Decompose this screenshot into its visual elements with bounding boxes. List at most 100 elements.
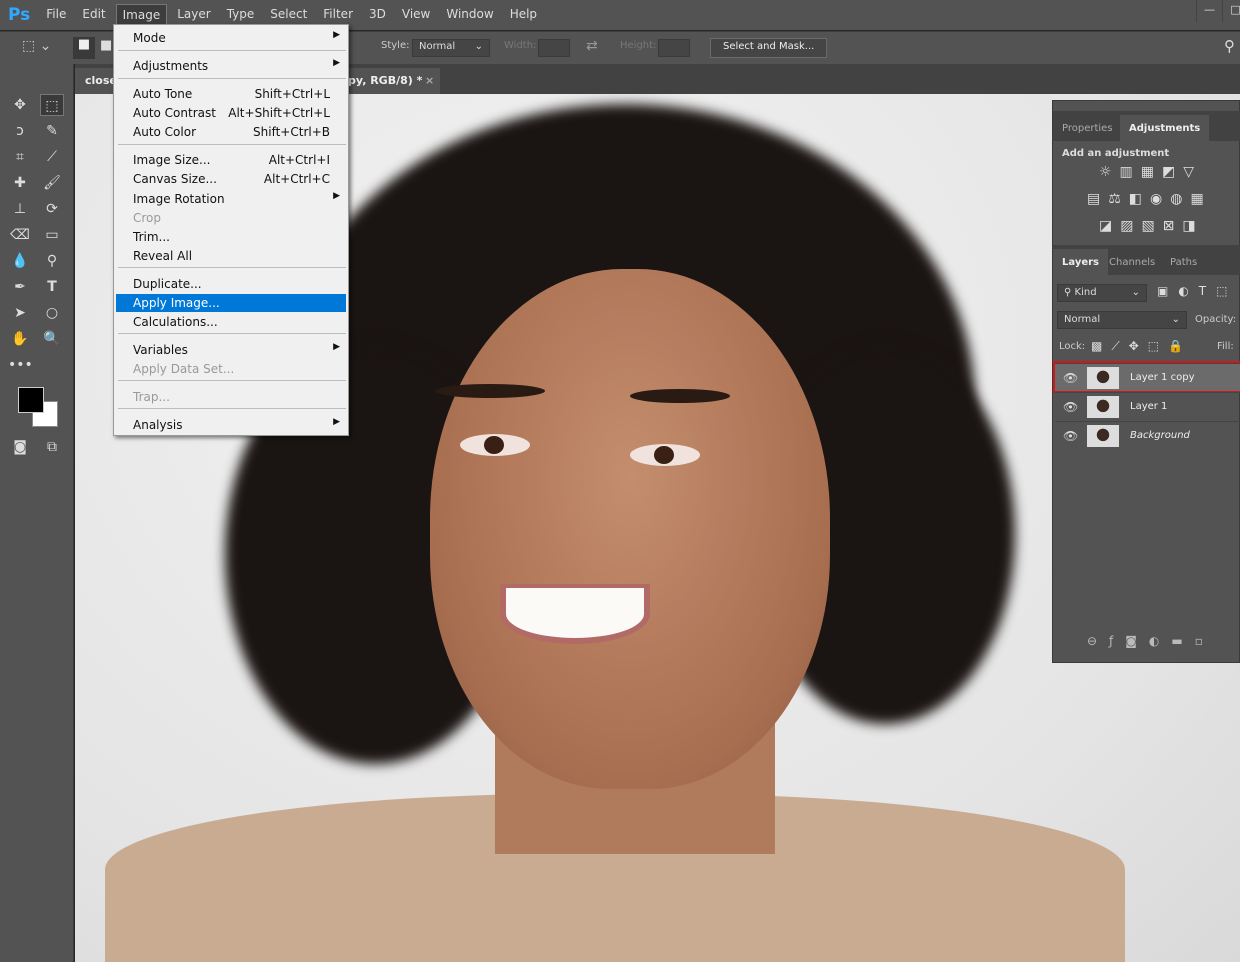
- menu-item-image-rotation[interactable]: Image Rotation ▶: [116, 190, 346, 208]
- screen-mode-icon[interactable]: ⧉: [40, 436, 64, 458]
- adjustment-icons-row-3[interactable]: ◪▨▧⊠◨: [1099, 218, 1204, 234]
- menu-item-label: Variables: [133, 343, 188, 357]
- menu-item-label: Trap...: [133, 390, 170, 404]
- menu-file[interactable]: File: [40, 4, 72, 26]
- hand-tool-icon[interactable]: ✋: [8, 328, 32, 350]
- eyedropper-tool-icon[interactable]: ⟋: [40, 146, 64, 168]
- zoom-tool-icon[interactable]: 🔍: [40, 328, 64, 350]
- photo-eye-right: [630, 444, 700, 466]
- tab-paths[interactable]: Paths: [1161, 249, 1206, 275]
- menu-3d[interactable]: 3D: [363, 4, 392, 26]
- menu-help[interactable]: Help: [504, 4, 543, 26]
- lock-icons[interactable]: ▩⟋✥⬚🔒: [1091, 339, 1192, 354]
- ellipse-tool-icon[interactable]: ○: [40, 302, 64, 324]
- menu-select[interactable]: Select: [264, 4, 313, 26]
- visibility-eye-icon[interactable]: 👁: [1063, 429, 1078, 443]
- foreground-color-swatch[interactable]: [18, 387, 44, 413]
- quick-select-tool-icon[interactable]: ✎: [40, 120, 64, 142]
- menu-item-trap[interactable]: Trap...: [116, 388, 346, 406]
- menu-view[interactable]: View: [396, 4, 436, 26]
- tab-properties[interactable]: Properties: [1053, 115, 1122, 141]
- minimize-button[interactable]: —: [1196, 0, 1222, 22]
- menu-item-calculations[interactable]: Calculations...: [116, 313, 346, 331]
- search-icon[interactable]: ⚲: [1224, 37, 1235, 55]
- layer-row[interactable]: 👁 Layer 1: [1055, 392, 1240, 420]
- menu-item-auto-tone[interactable]: Auto Tone Shift+Ctrl+L: [116, 85, 346, 103]
- healing-tool-icon[interactable]: ✚: [8, 172, 32, 194]
- menu-layer[interactable]: Layer: [171, 4, 216, 26]
- quick-mask-icon[interactable]: ◙: [8, 436, 32, 458]
- photo-eye-left: [460, 434, 530, 456]
- new-selection-icon[interactable]: ■: [73, 37, 95, 59]
- menu-item-image-size[interactable]: Image Size... Alt+Ctrl+I: [116, 151, 346, 169]
- tab-adjustments[interactable]: Adjustments: [1120, 115, 1210, 141]
- menu-item-auto-color[interactable]: Auto Color Shift+Ctrl+B: [116, 123, 346, 141]
- brush-tool-icon[interactable]: 🖌: [40, 172, 64, 194]
- path-select-tool-icon[interactable]: ➤: [8, 302, 32, 324]
- photo-brow-left: [435, 384, 545, 398]
- layer-filter-select[interactable]: ⚲ Kind ⌄: [1057, 284, 1147, 302]
- select-and-mask-button[interactable]: Select and Mask...: [710, 38, 828, 58]
- adjustment-icons-row-1[interactable]: ☼▥▦◩▽: [1099, 164, 1202, 180]
- more-tools-icon[interactable]: •••: [8, 354, 33, 376]
- crop-tool-icon[interactable]: ⌗: [8, 146, 32, 168]
- menu-item-reveal-all[interactable]: Reveal All: [116, 247, 346, 265]
- menu-item-analysis[interactable]: Analysis ▶: [116, 416, 346, 434]
- menu-image[interactable]: Image: [115, 4, 168, 26]
- add-selection-icon[interactable]: ■: [100, 38, 112, 53]
- menu-filter[interactable]: Filter: [317, 4, 359, 26]
- layer-filter-icons[interactable]: ▣◐T⬚: [1157, 284, 1237, 298]
- height-label: Height:: [620, 40, 657, 51]
- image-menu-dropdown: Mode ▶ Adjustments ▶ Auto Tone Shift+Ctrl+L Au…: [113, 24, 349, 436]
- move-tool-icon[interactable]: ✥: [8, 94, 32, 116]
- menu-item-shortcut: Alt+Shift+Ctrl+L: [228, 106, 330, 120]
- menu-item-label: Trim...: [133, 230, 170, 244]
- width-input[interactable]: [538, 39, 570, 57]
- marquee-tool-icon[interactable]: ⬚: [40, 94, 64, 116]
- blur-tool-icon[interactable]: 💧: [8, 250, 32, 272]
- menu-item-label: Image Rotation: [133, 192, 225, 206]
- layer-actions-bar[interactable]: ⊖ƒ◙◐▬▫: [1087, 634, 1215, 648]
- menu-item-apply-data-set[interactable]: Apply Data Set...: [116, 360, 346, 378]
- menu-item-adjustments[interactable]: Adjustments ▶: [116, 57, 346, 75]
- height-input[interactable]: [658, 39, 690, 57]
- layer-row[interactable]: 👁 Background: [1055, 421, 1240, 449]
- menu-item-mode[interactable]: Mode ▶: [116, 29, 346, 47]
- marquee-preset-icon[interactable]: ⬚ ⌄: [22, 38, 51, 54]
- menu-window[interactable]: Window: [440, 4, 499, 26]
- menu-item-crop[interactable]: Crop: [116, 209, 346, 227]
- pen-tool-icon[interactable]: ✒: [8, 276, 32, 298]
- menu-item-duplicate[interactable]: Duplicate...: [116, 275, 346, 293]
- gradient-tool-icon[interactable]: ▭: [40, 224, 64, 246]
- menu-type[interactable]: Type: [221, 4, 261, 26]
- layer-row[interactable]: 👁 Layer 1 copy: [1053, 361, 1240, 393]
- eraser-tool-icon[interactable]: ⌫: [8, 224, 32, 246]
- menu-item-apply-image[interactable]: Apply Image...: [116, 294, 346, 312]
- adjustment-icons-row-2[interactable]: ▤⚖◧◉◍▦: [1087, 191, 1212, 207]
- visibility-eye-icon[interactable]: 👁: [1063, 400, 1078, 414]
- dodge-tool-icon[interactable]: ⚲: [40, 250, 64, 272]
- visibility-eye-icon[interactable]: 👁: [1063, 371, 1078, 385]
- menu-item-trim[interactable]: Trim...: [116, 228, 346, 246]
- stamp-tool-icon[interactable]: ⊥: [8, 198, 32, 220]
- lasso-tool-icon[interactable]: ↄ: [8, 120, 32, 142]
- submenu-arrow-icon: ▶: [333, 342, 340, 352]
- history-brush-icon[interactable]: ⟳: [40, 198, 64, 220]
- submenu-arrow-icon: ▶: [333, 30, 340, 40]
- menu-item-auto-contrast[interactable]: Auto Contrast Alt+Shift+Ctrl+L: [116, 104, 346, 122]
- swap-icon[interactable]: ⇄: [586, 38, 598, 54]
- blend-mode-select[interactable]: Normal ⌄: [1057, 311, 1187, 329]
- layer-name: Background: [1130, 430, 1190, 441]
- style-select[interactable]: Normal ⌄: [412, 39, 490, 57]
- fill-label: Fill:: [1217, 341, 1234, 352]
- tab-channels[interactable]: Channels: [1100, 249, 1164, 275]
- menu-edit[interactable]: Edit: [76, 4, 111, 26]
- menu-item-variables[interactable]: Variables ▶: [116, 341, 346, 359]
- menu-item-canvas-size[interactable]: Canvas Size... Alt+Ctrl+C: [116, 170, 346, 188]
- type-tool-icon[interactable]: T: [40, 276, 64, 298]
- menu-item-label: Calculations...: [133, 315, 218, 329]
- maximize-button[interactable]: □: [1222, 0, 1240, 22]
- layer-name: Layer 1 copy: [1130, 372, 1195, 383]
- opacity-label: Opacity:: [1195, 314, 1237, 325]
- close-tab-icon[interactable]: ×: [425, 74, 434, 87]
